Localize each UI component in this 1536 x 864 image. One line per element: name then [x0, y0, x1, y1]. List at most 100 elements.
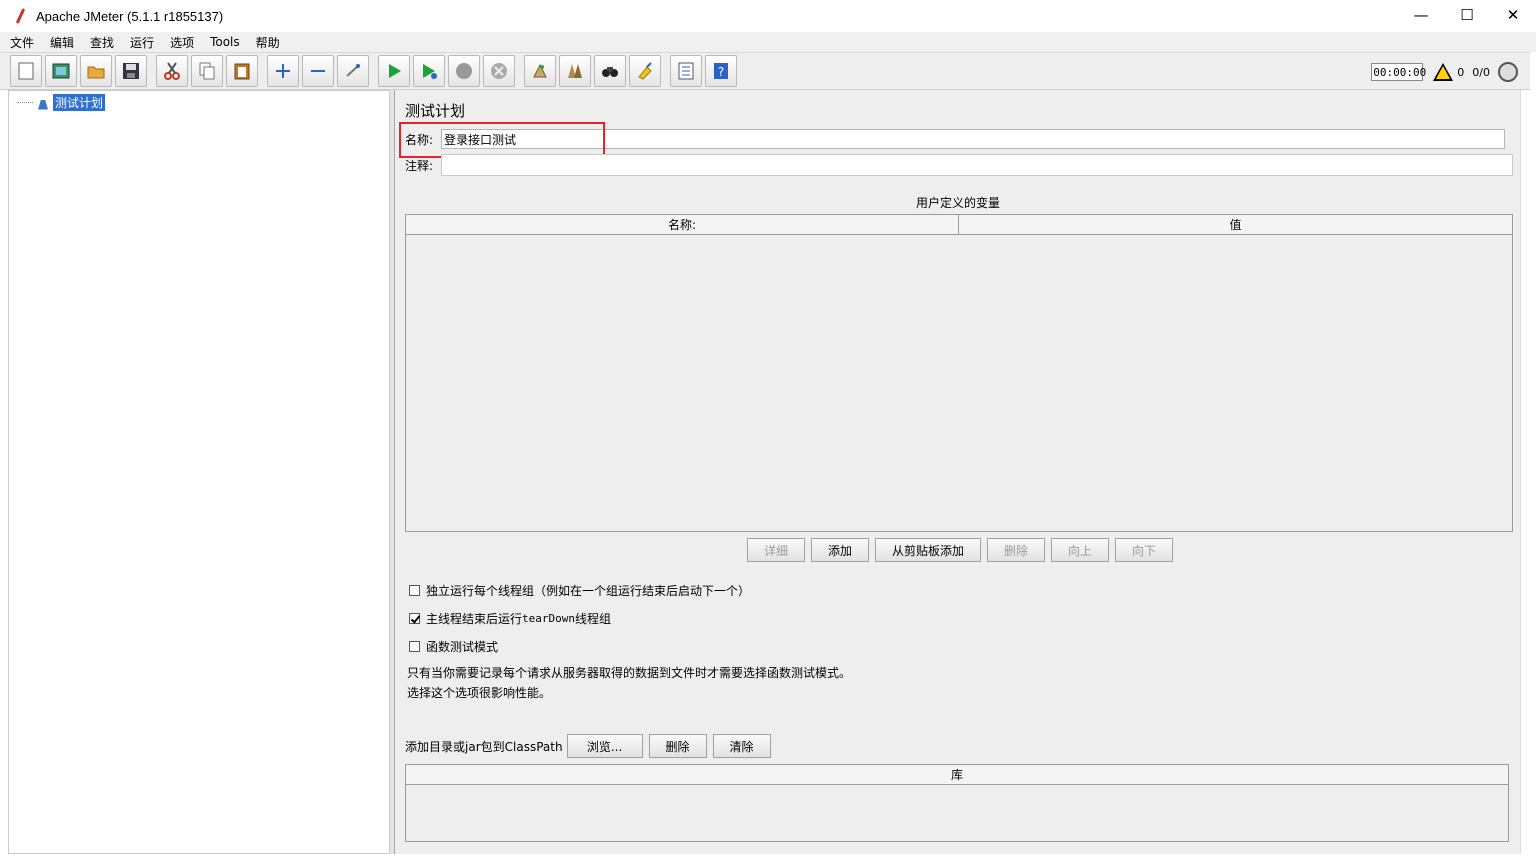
collapse-button[interactable]	[302, 55, 334, 87]
maximize-button[interactable]: ☐	[1444, 0, 1490, 30]
paste-button[interactable]	[226, 55, 258, 87]
menu-file[interactable]: 文件	[8, 34, 36, 51]
column-value[interactable]: 值	[959, 215, 1512, 234]
function-helper-button[interactable]	[670, 55, 702, 87]
expand-icon	[276, 64, 290, 78]
run-groups-consecutively-label: 独立运行每个线程组（例如在一个组运行结束后启动下一个）	[426, 584, 751, 598]
help-button[interactable]: ?	[705, 55, 737, 87]
clear-icon	[533, 63, 547, 78]
functional-mode-label: 函数测试模式	[426, 640, 499, 654]
teardown-label-pre: 主线程结束后运行	[426, 612, 523, 626]
title-bar: Apache JMeter (5.1.1 r1855137) — ☐ ✕	[0, 0, 1536, 32]
move-down-button[interactable]: 向下	[1115, 538, 1173, 562]
classpath-row: 添加目录或jar包到ClassPath 浏览... 删除 清除	[405, 734, 777, 758]
panel-title: 测试计划	[405, 102, 466, 120]
add-button[interactable]: 添加	[811, 538, 869, 562]
clear-all-button[interactable]	[559, 55, 591, 87]
templates-icon	[52, 63, 70, 79]
browse-button[interactable]: 浏览...	[566, 734, 643, 758]
functional-mode-checkbox[interactable]	[409, 641, 420, 652]
functional-mode-note-2: 选择这个选项很影响性能。	[407, 686, 552, 700]
cut-button[interactable]	[156, 55, 188, 87]
detail-button[interactable]: 详细	[747, 538, 805, 562]
remote-status-icon	[1498, 62, 1518, 82]
svg-text:?: ?	[718, 65, 724, 79]
toggle-button[interactable]	[337, 55, 369, 87]
menu-bar: 文件 编辑 查找 运行 选项 Tools 帮助	[0, 32, 1536, 52]
delete-button[interactable]: 删除	[987, 538, 1045, 562]
window-title: Apache JMeter (5.1.1 r1855137)	[36, 8, 224, 24]
expand-button[interactable]	[267, 55, 299, 87]
close-button[interactable]: ✕	[1490, 0, 1536, 30]
clear-all-icon	[568, 64, 582, 78]
clear-button[interactable]	[524, 55, 556, 87]
save-button[interactable]	[115, 55, 147, 87]
paste-icon	[234, 63, 250, 80]
comment-label: 注释:	[405, 158, 434, 173]
start-no-pause-icon	[423, 64, 437, 79]
functional-mode-note-1: 只有当你需要记录每个请求从服务器取得的数据到文件时才需要选择函数测试模式。	[407, 666, 852, 680]
search-button[interactable]	[594, 55, 626, 87]
menu-run[interactable]: 运行	[128, 34, 156, 51]
window-controls: — ☐ ✕	[1398, 0, 1536, 30]
function-helper-icon	[678, 62, 694, 80]
start-no-pause-button[interactable]	[413, 55, 445, 87]
start-button[interactable]	[378, 55, 410, 87]
open-button[interactable]	[80, 55, 112, 87]
teardown-option[interactable]: 主线程结束后运行 tearDown 线程组	[409, 610, 611, 627]
variables-buttons: 详细 添加 从剪贴板添加 删除 向上 向下	[747, 538, 1179, 562]
new-icon	[18, 62, 34, 80]
column-library[interactable]: 库	[406, 765, 1508, 785]
save-icon	[123, 63, 139, 79]
toggle-icon	[346, 64, 360, 77]
add-from-clipboard-button[interactable]: 从剪贴板添加	[875, 538, 981, 562]
flask-icon	[37, 96, 49, 110]
test-plan-panel: 测试计划 名称: 注释: 用户定义的变量 名称: 值 详细 添加 从剪贴板添加 …	[394, 90, 1520, 854]
elapsed-timer: 00:00:00	[1371, 63, 1426, 81]
menu-options[interactable]: 选项	[168, 34, 196, 51]
column-name[interactable]: 名称:	[406, 215, 959, 234]
copy-button[interactable]	[191, 55, 223, 87]
menu-edit[interactable]: 编辑	[48, 34, 76, 51]
jmeter-feather-icon	[12, 8, 28, 24]
shutdown-icon	[491, 63, 507, 79]
minimize-button[interactable]: —	[1398, 0, 1444, 30]
warning-count: 0	[1457, 65, 1465, 79]
reset-search-button[interactable]	[629, 55, 661, 87]
bottom-border	[0, 854, 1536, 864]
collapse-icon	[311, 70, 325, 72]
tree-node-test-plan[interactable]: 测试计划	[17, 94, 106, 111]
functional-mode-option[interactable]: 函数测试模式	[409, 638, 498, 655]
reset-search-icon	[638, 62, 652, 80]
toolbar: ? 00:00:00 0 0/0	[0, 52, 1530, 90]
status-area: 00:00:00 0 0/0	[1371, 59, 1518, 85]
classpath-delete-button[interactable]: 删除	[648, 734, 707, 758]
stop-icon	[456, 63, 472, 79]
run-groups-consecutively-option[interactable]: 独立运行每个线程组（例如在一个组运行结束后启动下一个）	[409, 582, 750, 599]
library-table[interactable]: 库	[405, 764, 1509, 842]
comment-input[interactable]	[441, 154, 1513, 176]
copy-icon	[199, 62, 215, 80]
classpath-clear-button[interactable]: 清除	[712, 734, 771, 758]
classpath-label: 添加目录或jar包到ClassPath	[405, 739, 563, 754]
run-groups-consecutively-checkbox[interactable]	[409, 585, 420, 596]
active-threads: 0/0	[1472, 65, 1490, 79]
shutdown-button[interactable]	[483, 55, 515, 87]
test-tree: 测试计划	[8, 90, 390, 854]
menu-tools[interactable]: Tools	[208, 35, 242, 49]
new-button[interactable]	[10, 55, 42, 87]
menu-help[interactable]: 帮助	[254, 34, 282, 51]
templates-button[interactable]	[45, 55, 77, 87]
open-icon	[87, 66, 105, 79]
help-icon: ?	[714, 63, 728, 79]
warning-icon[interactable]	[1433, 63, 1454, 81]
stop-button[interactable]	[448, 55, 480, 87]
user-variables-table[interactable]: 名称: 值	[405, 214, 1513, 532]
teardown-label-post: 线程组	[575, 612, 612, 626]
menu-search[interactable]: 查找	[88, 34, 116, 51]
start-icon	[389, 64, 401, 78]
move-up-button[interactable]: 向上	[1051, 538, 1109, 562]
tree-node-label: 测试计划	[53, 94, 106, 111]
table-header: 名称: 值	[406, 215, 1512, 235]
teardown-checkbox[interactable]	[409, 613, 420, 624]
